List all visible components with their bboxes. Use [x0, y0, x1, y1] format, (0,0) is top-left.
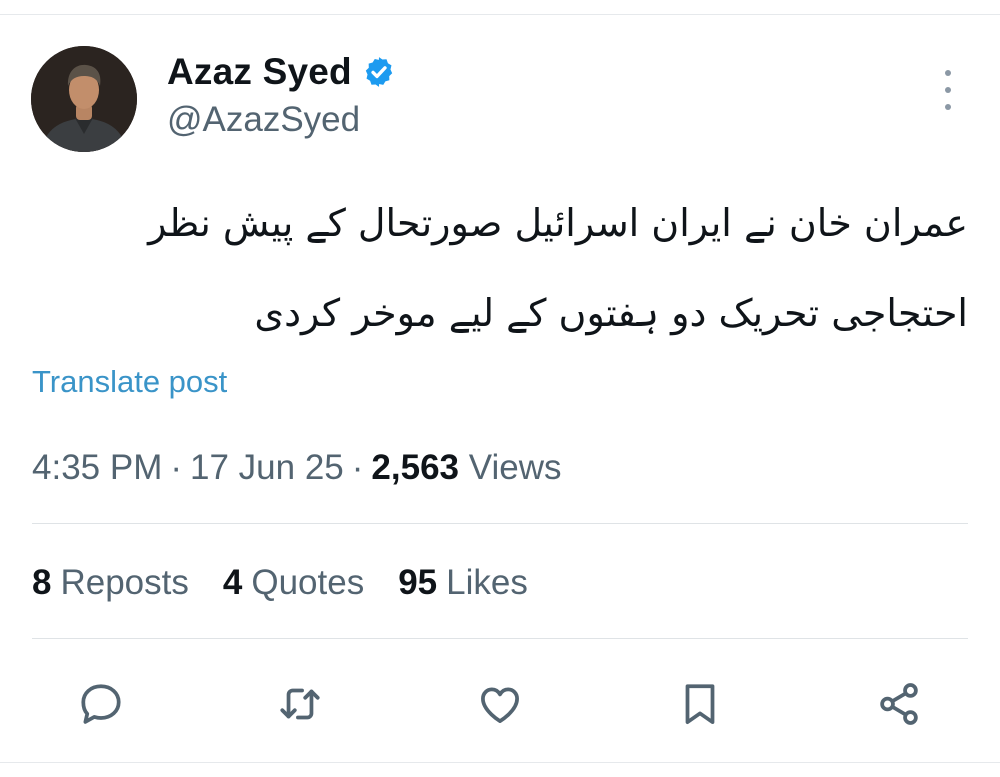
- profile-photo: [31, 46, 137, 152]
- quotes-count: 4: [222, 563, 243, 602]
- bottom-divider: [0, 762, 1000, 763]
- like-icon: [481, 687, 519, 723]
- bookmark-button[interactable]: [672, 676, 728, 732]
- likes-stat[interactable]: 95 Likes: [398, 563, 528, 603]
- translate-post-link[interactable]: Translate post: [32, 364, 227, 400]
- separator: ·: [170, 448, 183, 487]
- reply-icon: [81, 684, 121, 724]
- reposts-count: 8: [32, 563, 52, 602]
- like-button[interactable]: [472, 676, 528, 732]
- reposts-stat[interactable]: 8 Reposts: [32, 563, 189, 603]
- post-text: عمران خان نے ایران اسرائیل صورتحال کے پی…: [40, 178, 968, 358]
- separator: ·: [351, 448, 364, 487]
- author-name-row[interactable]: Azaz Syed: [167, 50, 396, 94]
- top-divider: [0, 14, 1000, 15]
- post-line: عمران خان نے ایران اسرائیل صورتحال کے پی…: [148, 201, 968, 245]
- author-handle[interactable]: @AzazSyed: [167, 100, 360, 140]
- views-label: Views: [468, 448, 562, 487]
- divider: [32, 523, 968, 524]
- views-count: 2,563: [371, 448, 460, 487]
- reply-button[interactable]: [73, 676, 129, 732]
- quotes-stat[interactable]: 4 Quotes: [223, 563, 364, 603]
- dot: [945, 87, 951, 93]
- post-time[interactable]: 4:35 PM: [32, 448, 162, 487]
- dot: [945, 70, 951, 76]
- repost-icon: [280, 688, 320, 720]
- quotes-label: Quotes: [251, 563, 365, 602]
- display-name[interactable]: Azaz Syed: [167, 51, 352, 93]
- bookmark-icon: [685, 684, 715, 724]
- repost-button[interactable]: [272, 676, 328, 732]
- divider: [32, 638, 968, 639]
- post-date[interactable]: 17 Jun 25: [190, 448, 344, 487]
- engagement-stats: 8 Reposts 4 Quotes 95 Likes: [32, 563, 528, 603]
- avatar[interactable]: [31, 46, 137, 152]
- more-options-icon[interactable]: [936, 70, 960, 110]
- action-bar: [0, 676, 1000, 732]
- share-button[interactable]: [871, 676, 927, 732]
- likes-count: 95: [398, 563, 438, 602]
- post-line: احتجاجی تحریک دو ہفتوں کے لیے موخر کردی: [254, 291, 968, 335]
- reposts-label: Reposts: [60, 563, 189, 602]
- verified-badge-icon: [365, 57, 393, 87]
- dot: [945, 104, 951, 110]
- share-icon: [880, 683, 918, 725]
- likes-label: Likes: [446, 563, 528, 602]
- post-metadata: 4:35 PM · 17 Jun 25 · 2,563 Views: [32, 448, 561, 488]
